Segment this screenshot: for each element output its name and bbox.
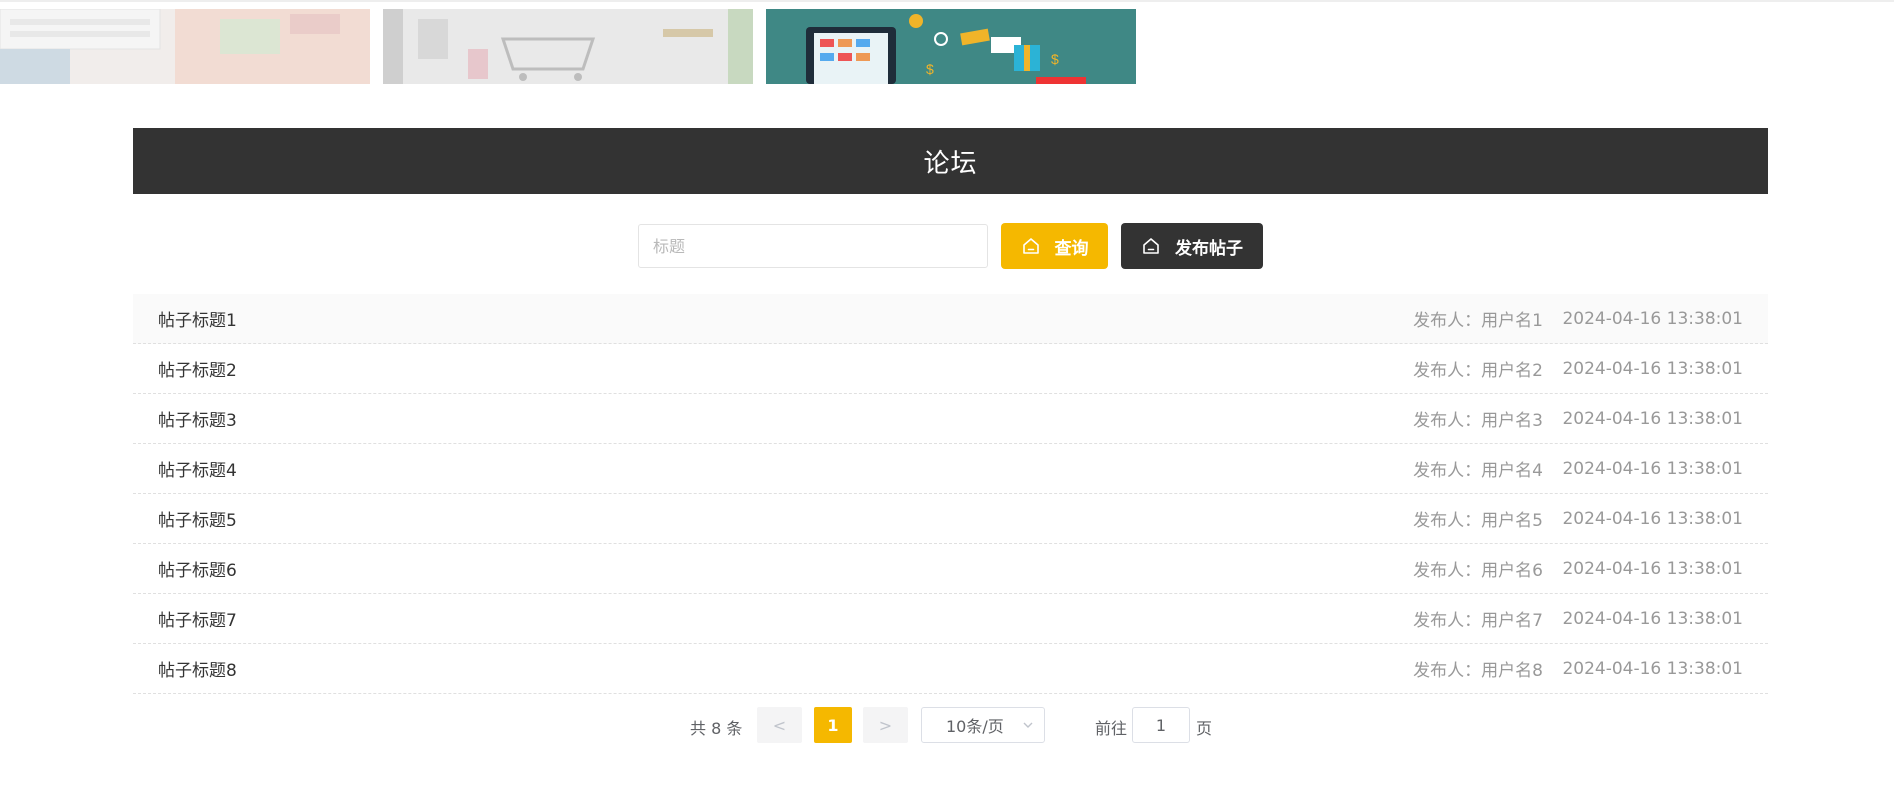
post-row-3[interactable]: 帖子标题3 发布人：用户名3 2024-04-16 13:38:01 (133, 394, 1768, 444)
post-list: 帖子标题1 发布人：用户名1 2024-04-16 13:38:01 帖子标题2… (133, 294, 1768, 694)
post-row-4[interactable]: 帖子标题4 发布人：用户名4 2024-04-16 13:38:01 (133, 444, 1768, 494)
post-time: 2024-04-16 13:38:01 (1562, 658, 1743, 679)
post-author: 发布人：用户名8 (1413, 661, 1543, 681)
publish-button-label: 发布帖子 (1175, 238, 1243, 259)
banner-carousel[interactable]: $ $ (0, 9, 1894, 84)
post-title[interactable]: 帖子标题6 (158, 556, 237, 581)
post-title[interactable]: 帖子标题1 (158, 306, 237, 331)
forum-header: 论坛 (133, 128, 1768, 194)
home-icon (1021, 236, 1041, 256)
page-suffix-label: 页 (1196, 719, 1213, 738)
post-time: 2024-04-16 13:38:01 (1562, 608, 1743, 629)
title-search-input[interactable] (638, 224, 988, 268)
home-icon (1141, 236, 1161, 256)
pagination: 共 8 条 < 1 > 10条/页 前往 页 (0, 707, 1894, 743)
banner-slide-ecommerce[interactable]: $ $ (766, 9, 1136, 84)
post-author: 发布人：用户名4 (1413, 461, 1543, 481)
post-time: 2024-04-16 13:38:01 (1562, 558, 1743, 579)
post-time: 2024-04-16 13:38:01 (1562, 308, 1743, 329)
svg-text:$: $ (1051, 51, 1059, 67)
post-row-8[interactable]: 帖子标题8 发布人：用户名8 2024-04-16 13:38:01 (133, 644, 1768, 694)
post-author: 发布人：用户名3 (1413, 411, 1543, 431)
post-author: 发布人：用户名2 (1413, 361, 1543, 381)
post-time: 2024-04-16 13:38:01 (1562, 458, 1743, 479)
post-title[interactable]: 帖子标题4 (158, 456, 237, 481)
post-author: 发布人：用户名1 (1413, 311, 1543, 331)
goto-page-input[interactable] (1132, 707, 1190, 743)
post-time: 2024-04-16 13:38:01 (1562, 508, 1743, 529)
svg-text:$: $ (926, 61, 934, 77)
post-title[interactable]: 帖子标题3 (158, 406, 237, 431)
prev-page-button[interactable]: < (757, 707, 802, 743)
post-row-5[interactable]: 帖子标题5 发布人：用户名5 2024-04-16 13:38:01 (133, 494, 1768, 544)
goto-label: 前往 (1095, 719, 1128, 738)
post-title[interactable]: 帖子标题8 (158, 656, 237, 681)
pagination-total: 共 8 条 (690, 719, 743, 738)
post-row-7[interactable]: 帖子标题7 发布人：用户名7 2024-04-16 13:38:01 (133, 594, 1768, 644)
post-title[interactable]: 帖子标题5 (158, 506, 237, 531)
page-number-1[interactable]: 1 (814, 707, 852, 743)
page-title: 论坛 (923, 148, 978, 179)
post-title[interactable]: 帖子标题2 (158, 356, 237, 381)
post-author: 发布人：用户名5 (1413, 511, 1543, 531)
page-size-value: 10条/页 (946, 717, 1004, 736)
query-button[interactable]: 查询 (1001, 223, 1108, 269)
banner-image-shopping (383, 9, 753, 84)
banner-slide-shopping[interactable] (383, 9, 753, 84)
post-author: 发布人：用户名7 (1413, 611, 1543, 631)
post-row-1[interactable]: 帖子标题1 发布人：用户名1 2024-04-16 13:38:01 (133, 294, 1768, 344)
query-button-label: 查询 (1054, 238, 1089, 259)
banner-slide-office[interactable] (0, 9, 370, 84)
post-author: 发布人：用户名6 (1413, 561, 1543, 581)
post-row-6[interactable]: 帖子标题6 发布人：用户名6 2024-04-16 13:38:01 (133, 544, 1768, 594)
page-size-select[interactable]: 10条/页 (921, 707, 1045, 743)
banner-image-ecommerce: $ $ (766, 9, 1136, 84)
top-divider (0, 0, 1894, 2)
post-time: 2024-04-16 13:38:01 (1562, 408, 1743, 429)
post-row-2[interactable]: 帖子标题2 发布人：用户名2 2024-04-16 13:38:01 (133, 344, 1768, 394)
publish-post-button[interactable]: 发布帖子 (1121, 223, 1263, 269)
post-title[interactable]: 帖子标题7 (158, 606, 237, 631)
chevron-down-icon (1023, 722, 1033, 728)
search-bar: 查询 发布帖子 (0, 223, 1894, 269)
banner-image-office (0, 9, 370, 84)
next-page-button[interactable]: > (863, 707, 908, 743)
post-time: 2024-04-16 13:38:01 (1562, 358, 1743, 379)
